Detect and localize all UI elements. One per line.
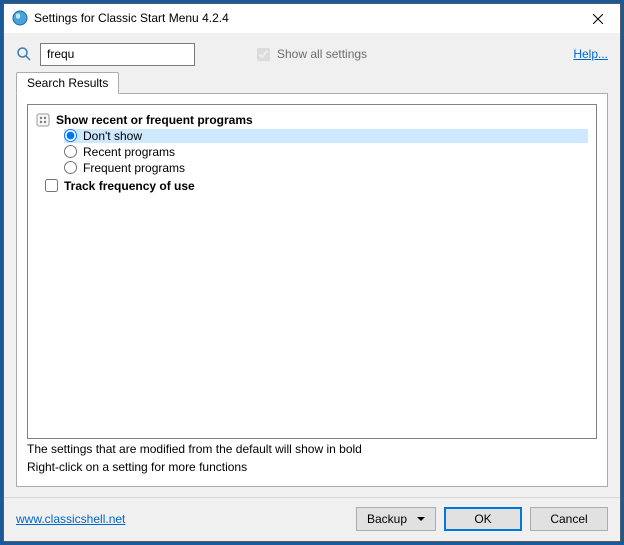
dialog-body: Show all settings Help... Search Results [4,33,620,497]
settings-window: Settings for Classic Start Menu 4.2.4 [3,3,621,542]
search-icon [16,46,32,62]
option-dont-show[interactable]: Don't show [64,129,588,143]
setting-group-recent-frequent[interactable]: Show recent or frequent programs [36,113,588,127]
show-all-checkbox [257,48,270,61]
tabstrip: Search Results [16,72,608,93]
group-icon [36,113,50,127]
chevron-down-icon [417,517,425,521]
search-input[interactable] [40,43,195,66]
help-link[interactable]: Help... [573,47,608,61]
show-all-settings: Show all settings [253,45,367,64]
close-icon [593,14,603,24]
option-label: Frequent programs [83,161,185,175]
button-row: Backup OK Cancel [356,507,608,531]
titlebar: Settings for Classic Start Menu 4.2.4 [4,4,620,33]
setting-label: Track frequency of use [64,179,195,193]
option-label: Don't show [83,129,142,143]
radio-frequent-programs[interactable] [64,161,77,174]
backup-label: Backup [367,512,407,526]
option-label: Recent programs [83,145,175,159]
ok-button[interactable]: OK [444,507,522,531]
footer: www.classicshell.net Backup OK Cancel [4,497,620,541]
app-icon [12,10,28,26]
setting-group-label: Show recent or frequent programs [56,113,253,127]
backup-button[interactable]: Backup [356,507,436,531]
tab-search-results[interactable]: Search Results [16,72,119,94]
show-all-label: Show all settings [277,47,367,61]
content-panel: Show recent or frequent programs Don't s… [16,93,608,487]
hint-line-1: The settings that are modified from the … [27,442,597,458]
radio-dont-show[interactable] [64,129,77,142]
setting-track-frequency[interactable]: Track frequency of use [45,179,588,193]
option-recent-programs[interactable]: Recent programs [64,145,588,159]
checkbox-track-frequency[interactable] [45,179,58,192]
search-row: Show all settings Help... [16,43,608,66]
radio-recent-programs[interactable] [64,145,77,158]
option-frequent-programs[interactable]: Frequent programs [64,161,588,175]
hint-line-2: Right-click on a setting for more functi… [27,460,597,476]
results-list: Show recent or frequent programs Don't s… [27,104,597,439]
website-link[interactable]: www.classicshell.net [16,512,125,526]
cancel-button[interactable]: Cancel [530,507,608,531]
window-title: Settings for Classic Start Menu 4.2.4 [34,11,229,25]
close-button[interactable] [575,4,620,34]
